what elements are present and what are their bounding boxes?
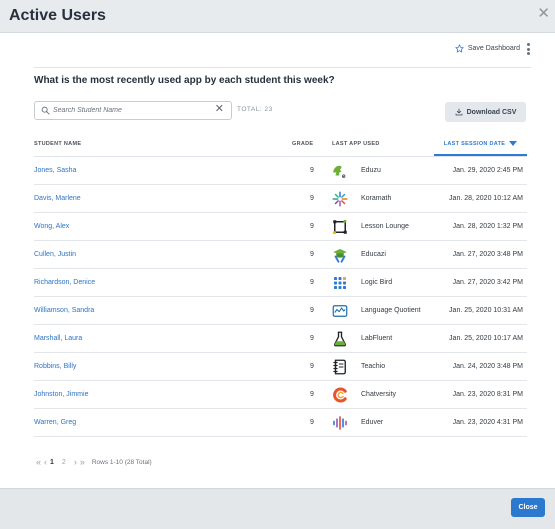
session-date: Jan. 27, 2020 3:42 PM: [452, 279, 523, 286]
session-date: Jan. 23, 2020 4:31 PM: [452, 419, 523, 426]
prev-page-icon[interactable]: ‹: [44, 457, 47, 467]
column-header-student[interactable]: STUDENT NAME: [34, 141, 81, 147]
grade-cell: 9: [310, 391, 314, 398]
app-name: Language Quotient: [361, 307, 421, 314]
student-name-link[interactable]: Williamson, Sandra: [34, 307, 94, 314]
table-row: Cullen, Justin 9 Educazi Jan. 27, 2020 3…: [34, 241, 527, 269]
session-date: Jan. 28, 2020 1:32 PM: [452, 223, 523, 230]
grade-cell: 9: [310, 419, 314, 426]
grade-cell: 9: [310, 363, 314, 370]
app-name: Educazi: [361, 251, 386, 258]
student-name-link[interactable]: Davis, Marlene: [34, 195, 81, 202]
grade-cell: 9: [310, 279, 314, 286]
page-number-2[interactable]: 2: [62, 459, 66, 466]
close-button[interactable]: Close: [511, 498, 545, 517]
column-header-grade[interactable]: GRADE: [292, 141, 313, 147]
app-name: Koramath: [361, 195, 392, 202]
session-date: Jan. 27, 2020 3:48 PM: [452, 251, 523, 258]
educazi-logo-icon: [333, 249, 347, 263]
save-dashboard-label: Save Dashboard: [467, 45, 520, 52]
app-name: LabFluent: [361, 335, 393, 342]
grade-cell: 9: [310, 195, 314, 202]
table-row: Jones, Sasha 9 e Eduzu Jan. 29, 2020 2:4…: [34, 157, 527, 185]
session-date: Jan. 29, 2020 2:45 PM: [452, 167, 523, 174]
student-name-link[interactable]: Marshall, Laura: [34, 335, 82, 342]
table-row: Williamson, Sandra 9 Language Quotient J…: [34, 297, 527, 325]
student-name-link[interactable]: Richardson, Denice: [34, 279, 95, 286]
first-page-icon[interactable]: «: [36, 457, 41, 467]
page-number-1[interactable]: 1: [50, 459, 54, 466]
table-row: Robbins, Billy 9 Teachio Jan. 24, 2020 3…: [34, 353, 527, 381]
session-date: Jan. 25, 2020 10:31 AM: [449, 307, 523, 314]
download-csv-label: Download CSV: [466, 108, 517, 116]
grade-cell: 9: [310, 167, 314, 174]
modal-header: Active Users ✕: [0, 0, 555, 33]
app-name: Lesson Lounge: [361, 223, 409, 230]
grade-cell: 9: [310, 335, 314, 342]
session-date: Jan. 23, 2020 8:31 PM: [452, 391, 523, 398]
column-header-app[interactable]: LAST APP USED: [332, 141, 380, 147]
teachio-logo-icon: [333, 359, 346, 375]
toolbar-divider: [34, 67, 531, 68]
search-icon: [41, 106, 50, 115]
student-search: ✕: [34, 101, 232, 120]
star-outline-icon: [455, 44, 464, 53]
session-date: Jan. 25, 2020 10:17 AM: [449, 335, 523, 342]
table-row: Richardson, Denice 9 Logic Bird Jan. 27,…: [34, 269, 527, 297]
grade-cell: 9: [310, 307, 314, 314]
table-header: STUDENT NAME GRADE LAST APP USED LAST SE…: [34, 135, 527, 157]
dashboard-toolbar: Save Dashboard: [0, 33, 555, 65]
eduzu-logo-icon: e: [333, 165, 348, 180]
grade-cell: 9: [310, 251, 314, 258]
language-quotient-logo-icon: [332, 305, 348, 317]
lesson-lounge-logo-icon: [332, 219, 347, 235]
student-name-link[interactable]: Johnston, Jimmie: [34, 391, 88, 398]
app-name: Eduver: [361, 419, 384, 426]
close-icon[interactable]: ✕: [537, 6, 550, 21]
table-row: Marshall, Laura 9 LabFluent Jan. 25, 202…: [34, 325, 527, 353]
download-icon: [455, 108, 463, 116]
koramath-logo-icon: [332, 191, 348, 207]
table-row: Warren, Greg 9 Eduver Jan. 23, 2020 4:31…: [34, 409, 527, 437]
app-name: Eduzu: [361, 167, 381, 174]
column-header-session[interactable]: LAST SESSION DATE: [434, 135, 527, 156]
app-name: Chatversity: [361, 391, 397, 398]
download-csv-button[interactable]: Download CSV: [445, 102, 526, 122]
session-date: Jan. 28, 2020 10:12 AM: [449, 195, 523, 202]
column-header-session-label: LAST SESSION DATE: [443, 141, 506, 147]
session-date: Jan. 24, 2020 3:48 PM: [452, 363, 523, 370]
sort-descending-icon: [509, 141, 518, 147]
pagination: « ‹ 1 2 › » Rows 1-10 (28 Total): [36, 456, 152, 468]
student-name-link[interactable]: Cullen, Justin: [34, 251, 76, 258]
table-row: Davis, Marlene 9 Koramath Jan. 28, 2020 …: [34, 185, 527, 213]
rows-info: Rows 1-10 (28 Total): [91, 458, 152, 466]
clear-search-icon[interactable]: ✕: [215, 104, 224, 115]
student-table-body: Jones, Sasha 9 e Eduzu Jan. 29, 2020 2:4…: [34, 157, 527, 437]
student-name-link[interactable]: Wong, Alex: [34, 223, 69, 230]
total-count: TOTAL: 23: [237, 106, 273, 113]
student-name-link[interactable]: Jones, Sasha: [34, 167, 76, 174]
svg-text:e: e: [342, 173, 346, 180]
save-dashboard-button[interactable]: Save Dashboard: [455, 44, 520, 53]
table-row: Wong, Alex 9 Lesson Lounge Jan. 28, 2020…: [34, 213, 527, 241]
widget-question: What is the most recently used app by ea…: [34, 75, 335, 86]
last-page-icon[interactable]: »: [80, 457, 85, 467]
eduver-logo-icon: [333, 416, 347, 430]
next-page-icon[interactable]: ›: [74, 457, 77, 467]
chatversity-logo-icon: [333, 387, 347, 403]
logic-bird-logo-icon: [334, 277, 346, 289]
student-name-link[interactable]: Warren, Greg: [34, 419, 76, 426]
table-row: Johnston, Jimmie 9 Chatversity Jan. 23, …: [34, 381, 527, 409]
app-name: Teachio: [361, 363, 386, 370]
grade-cell: 9: [310, 223, 314, 230]
labfluent-logo-icon: [333, 331, 347, 347]
app-name: Logic Bird: [361, 279, 393, 286]
search-input[interactable]: [53, 104, 203, 117]
kebab-menu-icon[interactable]: [527, 43, 531, 57]
student-name-link[interactable]: Robbins, Billy: [34, 363, 76, 370]
modal-title: Active Users: [9, 7, 106, 24]
modal-footer: [0, 488, 555, 529]
